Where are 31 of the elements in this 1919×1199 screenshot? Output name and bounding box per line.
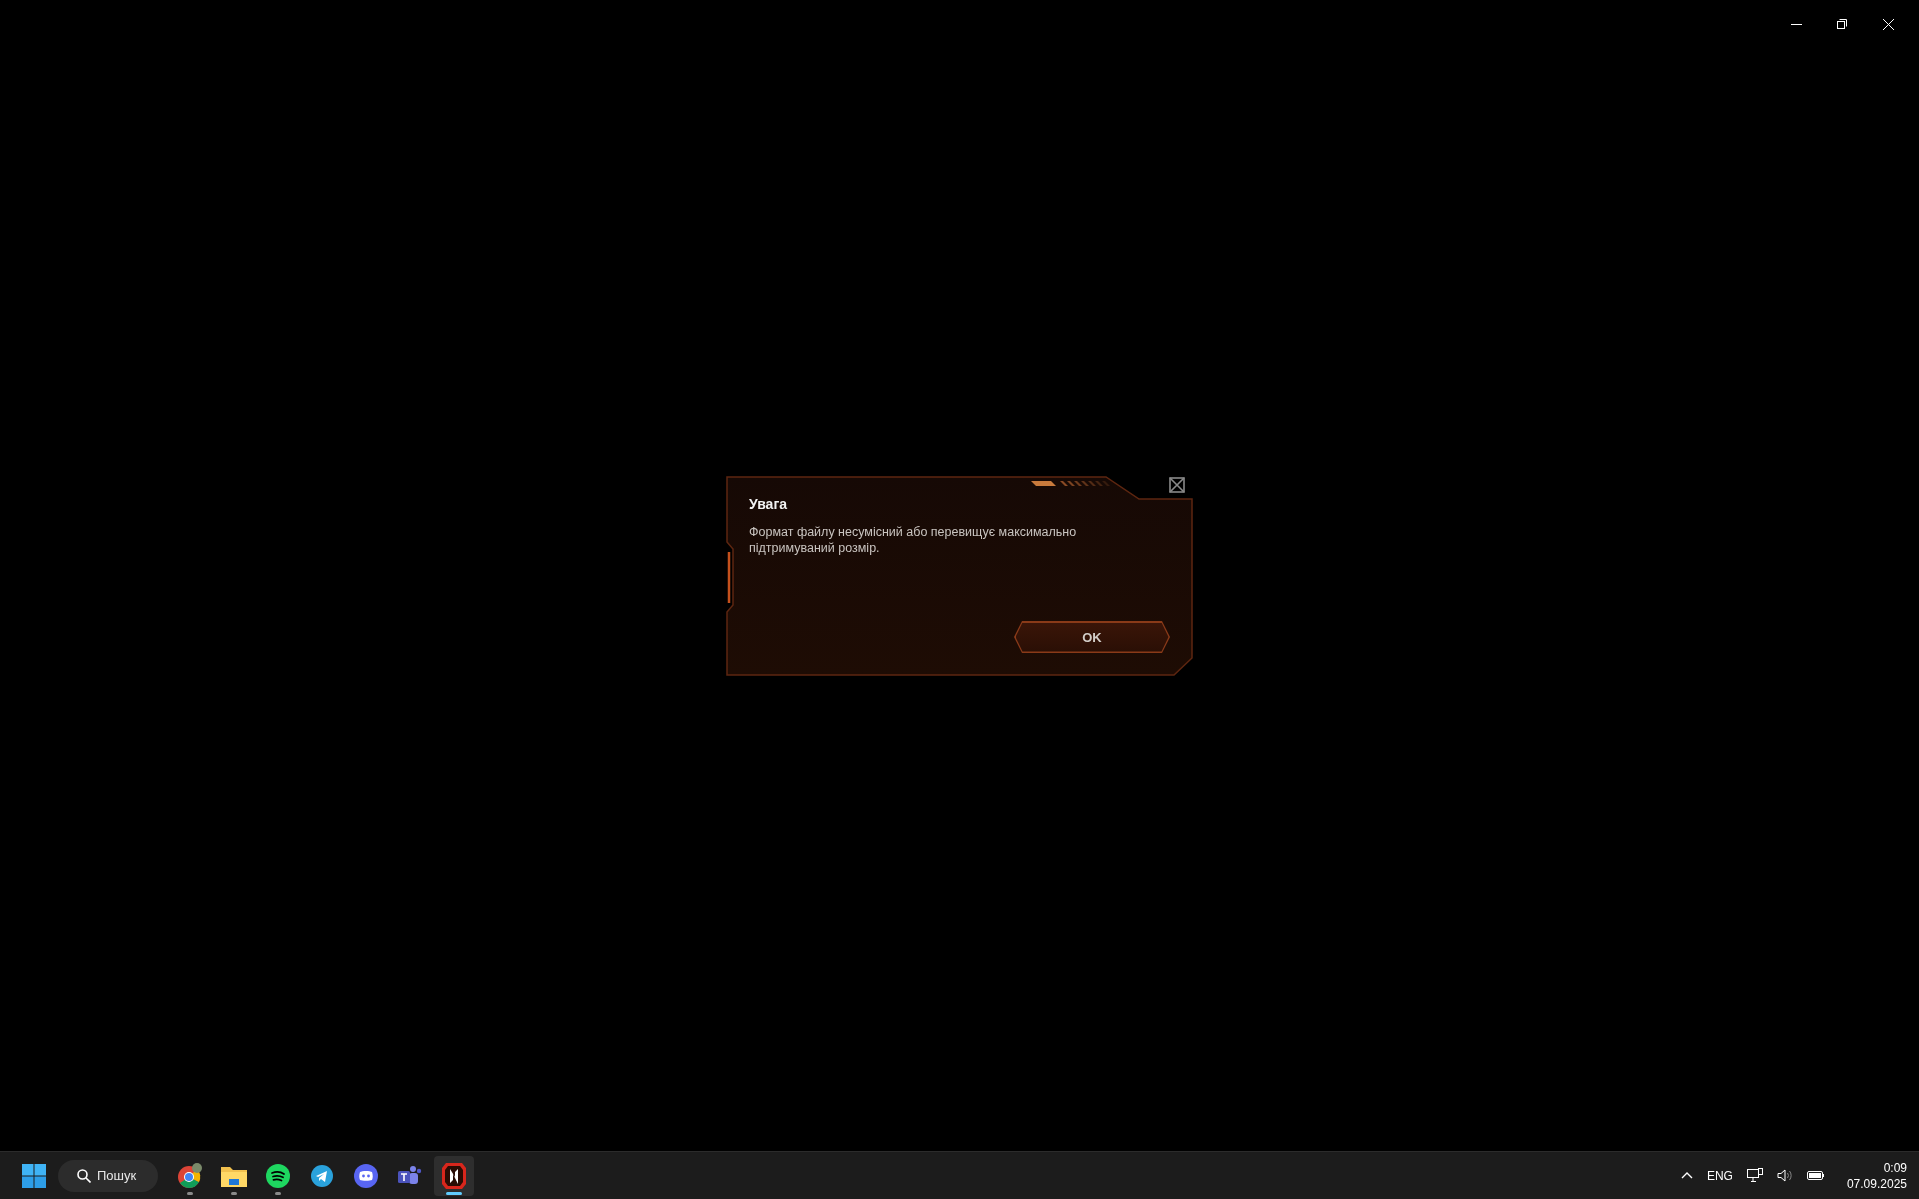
network-icon[interactable]: [1746, 1168, 1763, 1183]
restore-icon: [1837, 19, 1847, 29]
people-icon: [398, 1164, 422, 1187]
windows-logo-icon: [22, 1163, 46, 1188]
paper-plane-icon: [311, 1164, 333, 1187]
search-icon: [77, 1168, 91, 1183]
running-indicator: [446, 1191, 462, 1195]
dialog-message: Формат файлу несумісний або перевищує максимально підтримуваний розмір.: [749, 524, 1078, 556]
running-indicator: [231, 1191, 237, 1195]
ok-button[interactable]: OK: [1014, 621, 1170, 653]
battery-icon[interactable]: [1806, 1170, 1825, 1181]
search-input[interactable]: Пошук: [97, 1168, 157, 1183]
clock[interactable]: 0:09 07.09.2025: [1846, 1159, 1907, 1192]
search-field[interactable]: Пошук: [58, 1159, 158, 1192]
dialog-title: Увага: [749, 496, 788, 512]
shield-icon: [442, 1162, 466, 1189]
running-indicator: [187, 1191, 193, 1195]
browser-icon: [177, 1162, 203, 1189]
minimize-icon: [1790, 23, 1802, 25]
running-indicator: [275, 1191, 281, 1195]
folder-icon: [221, 1164, 247, 1187]
speaker-icon[interactable]: [1776, 1169, 1793, 1182]
language-indicator[interactable]: ENG: [1706, 1168, 1733, 1183]
music-icon: [266, 1163, 290, 1188]
chat-icon: [354, 1163, 378, 1188]
time-text: 0:09: [1883, 1159, 1907, 1176]
chevron-up-icon[interactable]: [1680, 1172, 1693, 1179]
taskbar-app[interactable]: [434, 1155, 474, 1196]
date-text: 07.09.2025: [1846, 1175, 1907, 1192]
close-button[interactable]: [1168, 477, 1186, 495]
close-icon: [1882, 18, 1894, 30]
